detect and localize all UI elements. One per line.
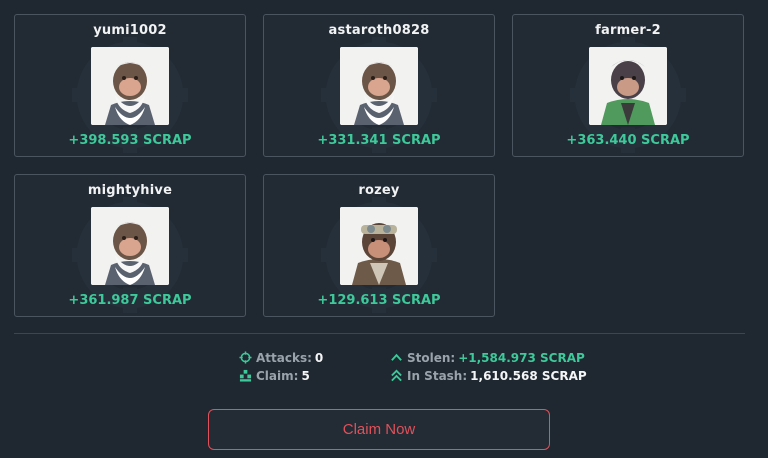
player-username: rozey [358,183,400,198]
player-card[interactable]: rozey +129.613 SCRAP [263,174,495,317]
player-card[interactable]: mightyhive +361.987 SCRAP [14,174,246,317]
ape-avatar-icon [91,207,169,285]
ape-avatar-icon [340,207,418,285]
player-reward: +129.613 SCRAP [317,293,441,308]
player-avatar [589,47,667,125]
player-avatar [340,47,418,125]
stash-label: In Stash: [407,369,468,383]
player-reward: +363.440 SCRAP [566,133,690,148]
stash-stat: In Stash: 1,610.568 SCRAP [390,368,587,384]
player-avatar [91,47,169,125]
stash-value: 1,610.568 SCRAP [470,369,587,383]
stolen-stat: Stolen: +1,584.973 SCRAP [390,350,585,366]
ape-avatar-icon [91,47,169,125]
attacks-stat: Attacks: 0 [239,350,323,366]
section-divider [14,333,745,334]
player-username: mightyhive [87,183,173,198]
player-card[interactable]: farmer-2 +363.440 SCRAP [512,14,744,157]
claim-now-button[interactable]: Claim Now [208,409,550,450]
player-reward: +398.593 SCRAP [68,133,192,148]
claim-stat: Claim: 5 [239,368,310,384]
ape-avatar-icon [340,47,418,125]
player-card[interactable]: astaroth0828 +331.341 SCRAP [263,14,495,157]
claim-label: Claim: [256,369,299,383]
player-reward: +361.987 SCRAP [68,293,192,308]
player-avatar [91,207,169,285]
ape-avatar-icon [589,47,667,125]
player-card[interactable]: yumi1002 +398.593 SCRAP [14,14,246,157]
double-chevron-up-icon [391,369,402,382]
player-username: farmer-2 [595,23,661,38]
player-avatar [340,207,418,285]
player-username: astaroth0828 [328,23,430,38]
player-username: yumi1002 [93,23,167,38]
crosshair-icon [239,351,252,364]
claim-stack-icon [239,369,252,382]
attacks-label: Attacks: [256,351,312,365]
chevron-up-icon [391,353,402,361]
claim-value: 5 [301,369,310,383]
stolen-value: +1,584.973 SCRAP [458,351,585,365]
stolen-label: Stolen: [407,351,456,365]
player-reward: +331.341 SCRAP [317,133,441,148]
attacks-value: 0 [314,351,324,365]
